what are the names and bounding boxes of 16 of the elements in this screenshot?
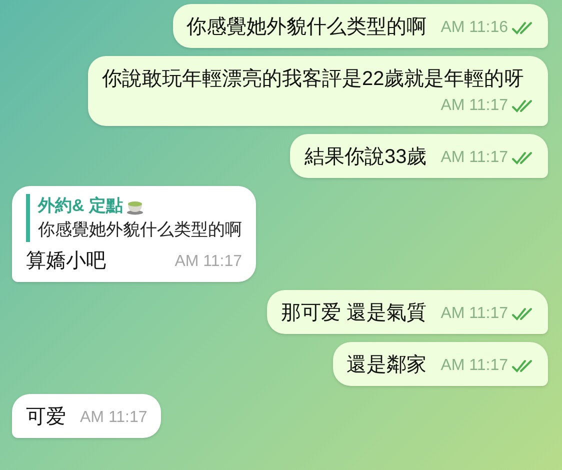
reply-text: 你感覺她外貌什么类型的啊 — [38, 219, 242, 241]
message-time: AM 11:17 — [440, 356, 508, 376]
reply-author: 外約& 定點 — [38, 195, 123, 217]
message-time: AM 11:17 — [174, 252, 242, 272]
message-text: 還是鄰家 — [346, 353, 427, 378]
message-text: 你說敢玩年輕漂亮的我客評是22歲就是年輕的呀 — [102, 67, 526, 92]
message-time: AM 11:17 — [440, 148, 508, 168]
message-text: 可爱 — [26, 405, 66, 430]
message-time: AM 11:17 — [440, 304, 508, 324]
message-text: 你感覺她外貌什么类型的啊 — [186, 15, 427, 40]
message-text: 那可爱 還是氣質 — [281, 301, 427, 326]
message-text: 算嬌小吧 — [26, 249, 107, 274]
message-text: 結果你說33歲 — [304, 145, 427, 170]
message-time: AM 11:17 — [440, 96, 508, 116]
message-time: AM 11:16 — [440, 18, 508, 38]
message-time: AM 11:17 — [80, 408, 148, 428]
